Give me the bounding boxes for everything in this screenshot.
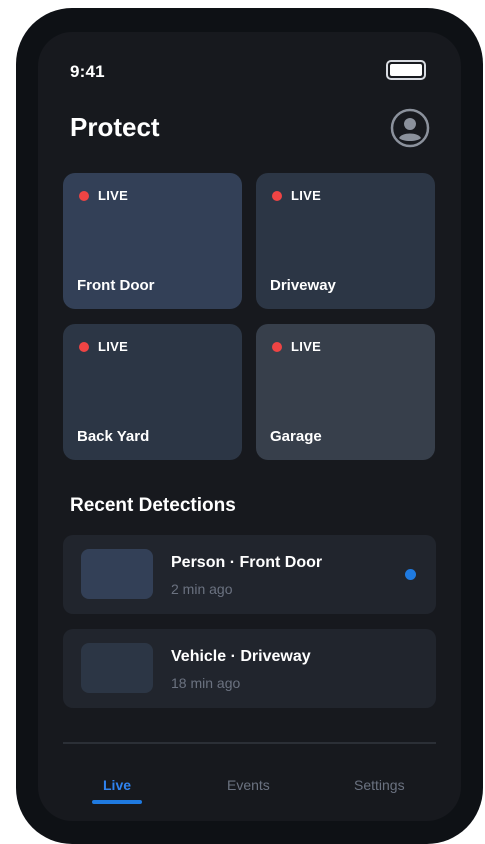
active-tab-indicator [92,800,142,804]
live-badge: LIVE [79,188,128,203]
camera-tile-front-door[interactable]: LIVE Front Door [63,173,242,309]
tab-live[interactable]: Live [103,777,131,793]
battery-icon [386,60,426,80]
tab-settings[interactable]: Settings [354,777,405,793]
section-title-recent-detections: Recent Detections [70,495,236,516]
detection-time: 2 min ago [171,581,233,597]
detection-thumbnail [81,643,153,693]
user-circle-icon [390,108,430,148]
live-label: LIVE [98,339,129,354]
camera-tile-garage[interactable]: LIVE Garage [256,324,435,460]
live-dot-icon [272,190,282,201]
detection-time: 18 min ago [171,675,241,691]
camera-name: Garage [270,428,322,445]
camera-name: Back Yard [77,428,150,445]
phone-frame: 9:41 Protect LIVE Front Door LIVE Drivew… [16,8,483,844]
nav-divider [63,742,436,744]
camera-name: Front Door [77,277,155,294]
detection-item-vehicle[interactable]: Vehicle · Driveway 18 min ago [63,629,436,708]
profile-button[interactable] [390,108,430,148]
detection-title: Vehicle · Driveway [171,648,311,665]
live-dot-icon [79,190,89,201]
camera-name: Driveway [270,277,336,294]
page-title: Protect [70,112,160,142]
app-screen: 9:41 Protect LIVE Front Door LIVE Drivew… [38,32,461,821]
tab-events[interactable]: Events [227,777,270,793]
status-time: 9:41 [70,62,105,81]
live-label: LIVE [291,339,322,354]
battery-fill [390,64,422,76]
live-badge: LIVE [272,188,321,203]
camera-tile-back-yard[interactable]: LIVE Back Yard [63,324,242,460]
camera-tile-driveway[interactable]: LIVE Driveway [256,173,435,309]
detection-thumbnail [81,549,153,599]
live-dot-icon [79,341,89,352]
live-label: LIVE [98,188,129,203]
live-badge: LIVE [79,339,128,354]
live-dot-icon [272,341,282,352]
detection-item-person[interactable]: Person · Front Door 2 min ago [63,535,436,614]
unread-indicator-icon [405,569,416,580]
live-label: LIVE [291,188,322,203]
live-badge: LIVE [272,339,321,354]
detection-title: Person · Front Door [171,554,323,571]
